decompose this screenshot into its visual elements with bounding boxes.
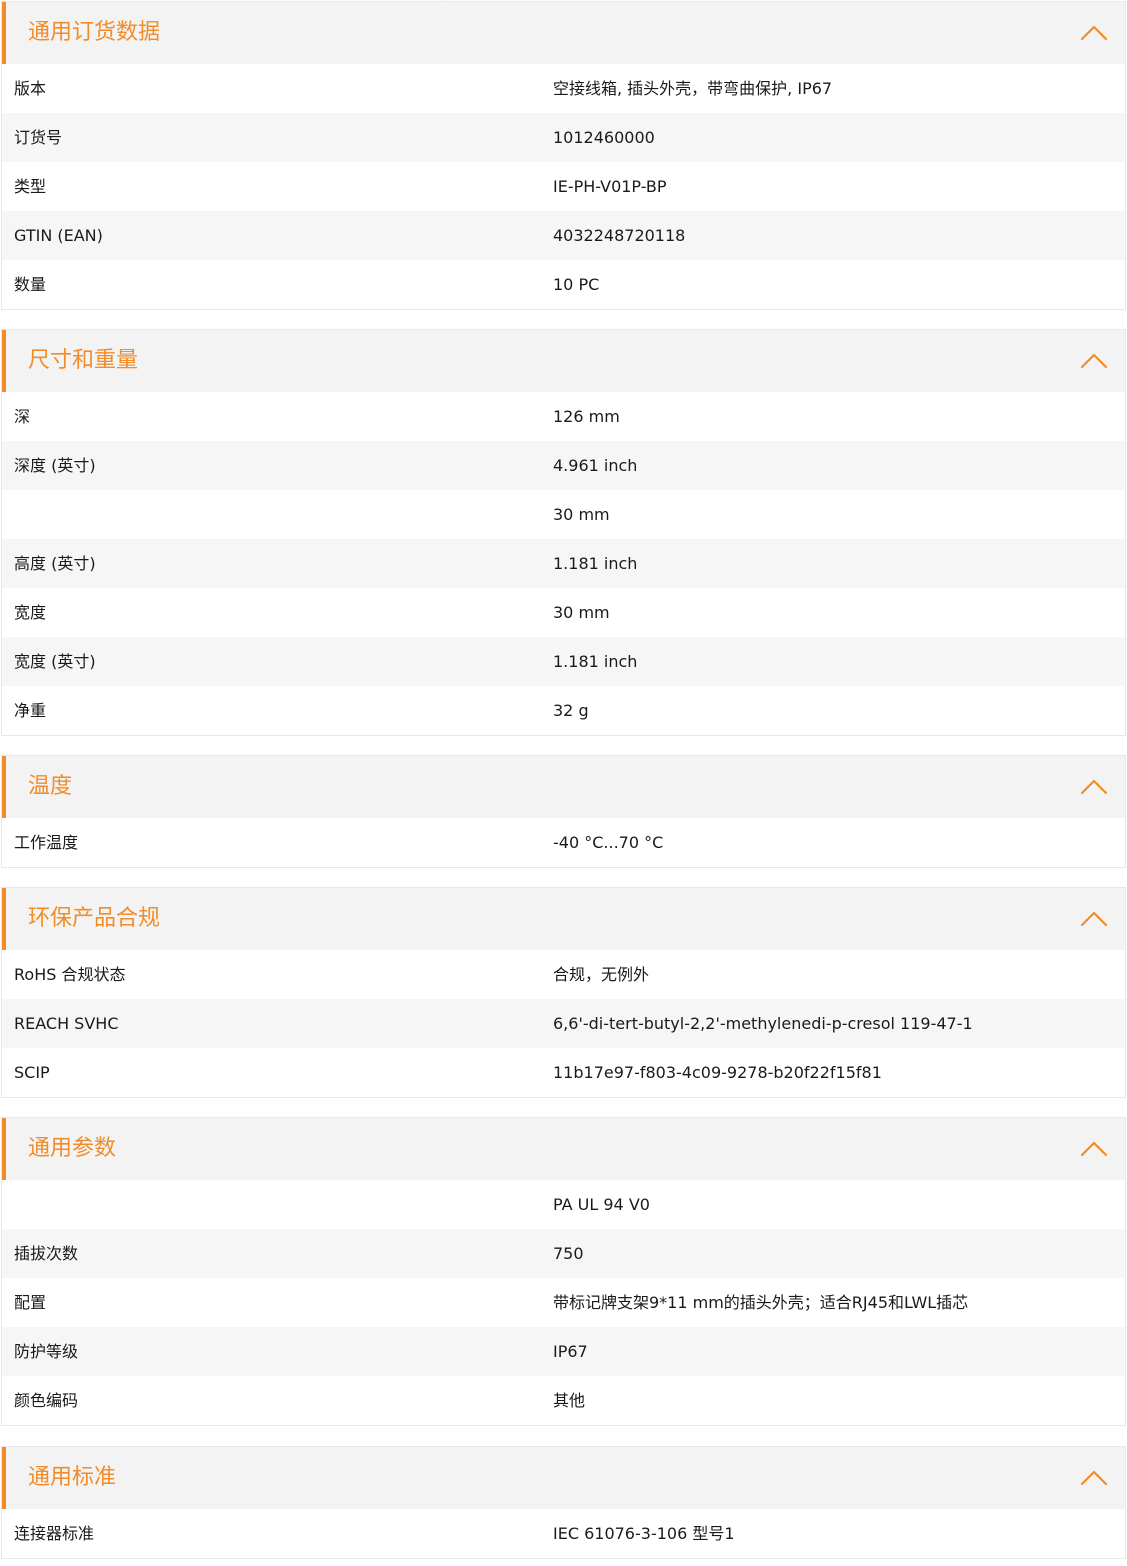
row-label: RoHS 合规状态: [14, 965, 126, 984]
table-row: 数量 10 PC: [2, 260, 1125, 309]
table-row: 类型 IE-PH-V01P-BP: [2, 162, 1125, 211]
row-label: 高度 (英寸): [14, 554, 96, 573]
table-row: 插拔次数 750: [2, 1229, 1125, 1278]
section-dimensions-weight: 尺寸和重量深 126 mm 深度 (英寸) 4.961 inch 30 mm 高度 (英寸…: [1, 329, 1126, 736]
row-label: 配置: [14, 1293, 47, 1312]
section-general-standards: 通用标准连接器标准 IEC 61076-3-106 型号1: [1, 1446, 1126, 1559]
table-row: SCIP 11b17e97-f803-4c09-9278-b20f22f15f81: [2, 1048, 1125, 1097]
table-row: 版本 空接线箱, 插头外壳，带弯曲保护, IP67: [2, 64, 1125, 113]
row-value: 4.961 inch: [553, 456, 638, 475]
row-value: 1.181 inch: [553, 554, 638, 573]
section-title: 环保产品合规: [28, 906, 161, 931]
row-label: 深: [14, 407, 31, 426]
section-title: 通用参数: [28, 1136, 117, 1161]
section-title: 通用订货数据: [28, 20, 161, 45]
row-label: 版本: [14, 79, 47, 98]
row-value: 1012460000: [553, 128, 655, 147]
section-general-ordering-data: 通用订货数据版本 空接线箱, 插头外壳，带弯曲保护, IP67 订货号 1012460…: [1, 1, 1126, 310]
row-label: 深度 (英寸): [14, 456, 96, 475]
row-label: 宽度: [14, 603, 47, 622]
table-row: 连接器标准 IEC 61076-3-106 型号1: [2, 1509, 1125, 1558]
row-value: 30 mm: [553, 603, 610, 622]
row-label: REACH SVHC: [14, 1014, 119, 1033]
section-header[interactable]: 环保产品合规: [2, 888, 1125, 950]
section-header[interactable]: 尺寸和重量: [2, 330, 1125, 392]
chevron-up-icon[interactable]: [1079, 908, 1109, 930]
chevron-up-icon[interactable]: [1079, 350, 1109, 372]
row-label: 颜色编码: [14, 1391, 79, 1410]
table-row: RoHS 合规状态 合规，无例外: [2, 950, 1125, 999]
section-general-parameters: 通用参数 PA UL 94 V0 插拔次数 750 配置 带标记牌支架9*11 mm的插头…: [1, 1117, 1126, 1426]
row-label: 工作温度: [14, 833, 79, 852]
chevron-up-icon[interactable]: [1079, 1138, 1109, 1160]
row-value: 合规，无例外: [553, 965, 650, 984]
row-value: 11b17e97-f803-4c09-9278-b20f22f15f81: [553, 1063, 882, 1082]
row-value: 126 mm: [553, 407, 620, 426]
row-value: IP67: [553, 1342, 588, 1361]
row-value: 6,6'-di-tert-butyl-2,2'-methylenedi-p-cr…: [553, 1014, 973, 1033]
section-title: 通用标准: [28, 1465, 117, 1490]
section-title: 尺寸和重量: [28, 348, 139, 373]
row-value: 1.181 inch: [553, 652, 638, 671]
row-label: 连接器标准: [14, 1524, 95, 1543]
table-row: 高度 (英寸) 1.181 inch: [2, 539, 1125, 588]
table-row: 30 mm: [2, 490, 1125, 539]
row-value: IE-PH-V01P-BP: [553, 177, 667, 196]
chevron-up-icon[interactable]: [1079, 776, 1109, 798]
table-row: 工作温度 -40 °C...70 °C: [2, 818, 1125, 867]
table-row: REACH SVHC 6,6'-di-tert-butyl-2,2'-methyl…: [2, 999, 1125, 1048]
row-value: 750: [553, 1244, 584, 1263]
table-row: 防护等级 IP67: [2, 1327, 1125, 1376]
section-temperature: 温度工作温度 -40 °C...70 °C: [1, 755, 1126, 868]
table-row: GTIN (EAN) 4032248720118: [2, 211, 1125, 260]
table-row: 配置 带标记牌支架9*11 mm的插头外壳；适合RJ45和LWL插芯: [2, 1278, 1125, 1327]
row-label: GTIN (EAN): [14, 226, 103, 245]
row-value: -40 °C...70 °C: [553, 833, 664, 852]
table-row: 宽度 (英寸) 1.181 inch: [2, 637, 1125, 686]
table-row: PA UL 94 V0: [2, 1180, 1125, 1229]
row-value: 4032248720118: [553, 226, 686, 245]
row-value: 空接线箱, 插头外壳，带弯曲保护, IP67: [553, 79, 833, 98]
section-header[interactable]: 通用参数: [2, 1118, 1125, 1180]
row-label: 数量: [14, 275, 47, 294]
row-label: 订货号: [14, 128, 63, 147]
row-value: 32 g: [553, 701, 589, 720]
table-row: 宽度 30 mm: [2, 588, 1125, 637]
row-label: 类型: [14, 177, 47, 196]
table-row: 深度 (英寸) 4.961 inch: [2, 441, 1125, 490]
row-value: 30 mm: [553, 505, 610, 524]
row-value: 其他: [553, 1391, 586, 1410]
table-row: 净重 32 g: [2, 686, 1125, 735]
section-header[interactable]: 通用标准: [2, 1447, 1125, 1509]
table-row: 深 126 mm: [2, 392, 1125, 441]
chevron-up-icon[interactable]: [1079, 1467, 1109, 1489]
row-label: 宽度 (英寸): [14, 652, 96, 671]
row-value: 带标记牌支架9*11 mm的插头外壳；适合RJ45和LWL插芯: [553, 1293, 969, 1312]
section-header[interactable]: 通用订货数据: [2, 2, 1125, 64]
section-header[interactable]: 温度: [2, 756, 1125, 818]
chevron-up-icon[interactable]: [1079, 22, 1109, 44]
row-label: 净重: [14, 701, 47, 720]
row-label: 插拔次数: [14, 1244, 79, 1263]
row-value: 10 PC: [553, 275, 600, 294]
row-value: PA UL 94 V0: [553, 1195, 650, 1214]
table-row: 订货号 1012460000: [2, 113, 1125, 162]
row-label: 防护等级: [14, 1342, 79, 1361]
section-environmental-compliance: 环保产品合规 RoHS 合规状态 合规，无例外 REACH SVHC 6,6'-di-t…: [1, 887, 1126, 1098]
row-value: IEC 61076-3-106 型号1: [553, 1524, 735, 1543]
section-title: 温度: [28, 774, 73, 799]
table-row: 颜色编码 其他: [2, 1376, 1125, 1425]
row-label: SCIP: [14, 1063, 50, 1082]
